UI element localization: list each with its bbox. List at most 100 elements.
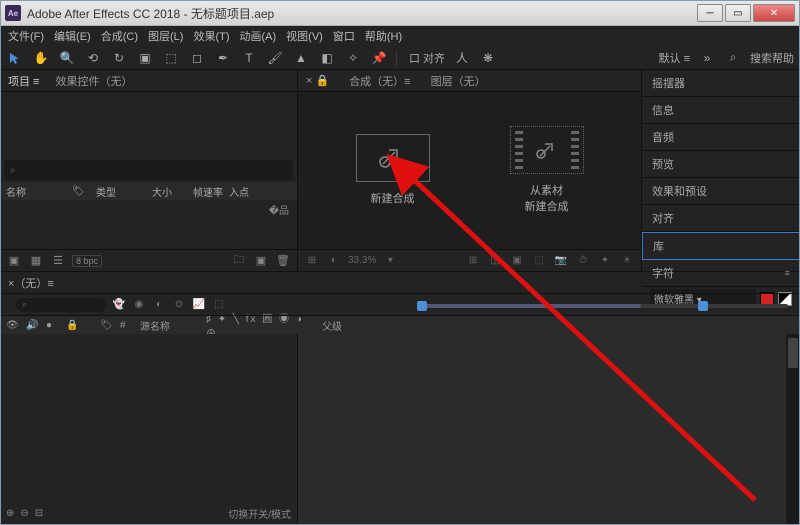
panel-info[interactable]: 信息 [642, 97, 800, 124]
viewer-grid-icon[interactable]: ⊞ [465, 254, 481, 268]
menu-layer[interactable]: 图层(L) [148, 28, 183, 44]
viewer-guides-icon[interactable]: ◫ [487, 254, 503, 268]
col-in[interactable]: 入点 [229, 184, 249, 199]
list-view-icon[interactable]: ☰ [50, 253, 66, 269]
snap-options-icon[interactable]: 人 [453, 49, 471, 67]
viewer-channel-icon[interactable]: ◐ [326, 254, 342, 268]
menu-edit[interactable]: 编辑(E) [54, 28, 91, 44]
col-name[interactable]: 名称 [6, 184, 66, 199]
panel-effects-presets[interactable]: 效果和预设 [642, 178, 800, 205]
viewer-res-icon[interactable]: ▾ [382, 254, 398, 268]
brush-tool-icon[interactable]: 🖌 [266, 49, 284, 67]
camera-tool-icon[interactable]: ▣ [136, 49, 154, 67]
tab-composition[interactable]: 合成（无）≡ [349, 73, 410, 89]
minimize-button[interactable]: ─ [697, 4, 723, 22]
col-type[interactable]: 类型 [96, 184, 146, 199]
panel-preview[interactable]: 预览 [642, 151, 800, 178]
comp-lock-icon[interactable]: × 🔒 [306, 74, 329, 87]
timeline-zoom-slider[interactable] [420, 304, 788, 308]
menu-help[interactable]: 帮助(H) [365, 28, 402, 44]
toggle-switches-icon[interactable]: ⊕ [6, 508, 14, 519]
tl-motion-blur-icon[interactable]: ⊙ [172, 298, 186, 312]
snap-toggle[interactable]: 口 对齐 [409, 50, 445, 66]
new-folder-icon[interactable]: 🗀 [231, 253, 247, 269]
timeline-track-area[interactable] [298, 334, 800, 525]
toggle-switches-icon2[interactable]: ⊖ [20, 508, 28, 519]
panel-align[interactable]: 对齐 [642, 205, 800, 232]
zoom-tool-icon[interactable]: 🔍 [58, 49, 76, 67]
col-lock-icon[interactable]: 🔒 [66, 320, 80, 331]
workspace-default[interactable]: 默认 ≡ [659, 50, 690, 66]
selection-tool-icon[interactable] [6, 49, 24, 67]
search-icon[interactable]: ⌕ [724, 49, 742, 67]
viewer-zoom[interactable]: 33.3% [348, 255, 376, 266]
search-help-field[interactable]: 搜索帮助 [750, 50, 794, 66]
panel-audio[interactable]: 音频 [642, 124, 800, 151]
folder-view-icon[interactable]: ▦ [28, 253, 44, 269]
hand-tool-icon[interactable]: ✋ [32, 49, 50, 67]
menu-animation[interactable]: 动画(A) [240, 28, 277, 44]
close-button[interactable]: ✕ [753, 4, 795, 22]
viewer-3d-icon[interactable]: ⬚ [531, 254, 547, 268]
workspace-chevron-icon[interactable]: » [698, 49, 716, 67]
tl-graph-icon[interactable]: 📈 [192, 298, 206, 312]
viewer-time-icon[interactable]: ⏱ [575, 254, 591, 268]
viewer-exposure-icon[interactable]: ☀ [619, 254, 635, 268]
text-tool-icon[interactable]: T [240, 49, 258, 67]
col-fps[interactable]: 帧速率 [193, 184, 223, 199]
interpret-footage-icon[interactable]: ▣ [6, 253, 22, 269]
col-parent[interactable]: 父级 [322, 318, 342, 333]
menu-window[interactable]: 窗口 [333, 28, 355, 44]
viewer-camera-icon[interactable]: 📷 [553, 254, 569, 268]
tab-effect-controls[interactable]: 效果控件（无） [55, 73, 132, 89]
pen-tool-icon[interactable]: ✒ [214, 49, 232, 67]
puppet-tool-icon[interactable]: 📌 [370, 49, 388, 67]
timeline-vertical-scrollbar[interactable] [786, 334, 800, 525]
col-visibility-icon[interactable]: 👁 [6, 320, 20, 331]
menu-view[interactable]: 视图(V) [286, 28, 323, 44]
viewer-snapshot-icon[interactable]: ✦ [597, 254, 613, 268]
roto-tool-icon[interactable]: ✧ [344, 49, 362, 67]
timeline-search-input[interactable]: ⌕ [16, 298, 106, 312]
new-comp-from-footage-button[interactable]: 从素材 新建合成 [510, 126, 584, 215]
snap-options2-icon[interactable]: ❋ [479, 49, 497, 67]
toggle-switches-icon3[interactable]: ⊟ [35, 508, 43, 519]
panel-library[interactable]: 库 [642, 232, 800, 260]
tl-fx-icon[interactable]: ◉ [132, 298, 146, 312]
viewer-mask-icon[interactable]: ▣ [509, 254, 525, 268]
timeline-scrollbar-thumb[interactable] [788, 338, 798, 368]
maximize-button[interactable]: ▭ [725, 4, 751, 22]
col-size[interactable]: 大小 [152, 184, 187, 199]
timeline-zoom-knob-left[interactable] [417, 301, 427, 311]
delete-icon[interactable]: 🗑 [275, 253, 291, 269]
orbit-tool-icon[interactable]: ⟲ [84, 49, 102, 67]
new-composition-button[interactable]: 新建合成 [356, 134, 430, 207]
color-depth-button[interactable]: 8 bpc [72, 255, 102, 267]
project-search-input[interactable]: ⌕ [4, 160, 293, 180]
eraser-tool-icon[interactable]: ◧ [318, 49, 336, 67]
menu-composition[interactable]: 合成(C) [101, 28, 138, 44]
panel-wiggler[interactable]: 摇摆器 [642, 70, 800, 97]
timeline-tab-none[interactable]: ×（无）≡ [8, 275, 54, 291]
menu-effect[interactable]: 效果(T) [193, 28, 229, 44]
tl-frame-blend-icon[interactable]: ◐ [152, 298, 166, 312]
shape-tool-icon[interactable]: ◻ [188, 49, 206, 67]
new-comp-icon[interactable]: ▣ [253, 253, 269, 269]
tab-layer[interactable]: 图层（无） [431, 73, 486, 89]
toggle-switches-modes[interactable]: 切换开关/模式 [228, 506, 291, 521]
viewer-mag-icon[interactable]: ⊞ [304, 254, 320, 268]
col-num-icon[interactable]: # [120, 320, 134, 331]
tl-draft3d-icon[interactable]: ⬚ [212, 298, 226, 312]
stamp-tool-icon[interactable]: ▲ [292, 49, 310, 67]
col-label-icon[interactable]: 🏷 [72, 186, 90, 197]
col-source-name[interactable]: 源名称 [140, 318, 200, 333]
pan-behind-tool-icon[interactable]: ⬚ [162, 49, 180, 67]
rotate-tool-icon[interactable]: ↻ [110, 49, 128, 67]
col-label-icon[interactable]: 🏷 [100, 320, 114, 331]
tl-shy-icon[interactable]: 👻 [112, 298, 126, 312]
col-solo-icon[interactable]: ● [46, 320, 60, 331]
col-audio-icon[interactable]: 🔊 [26, 320, 40, 331]
timeline-zoom-knob-right[interactable] [698, 301, 708, 311]
menu-file[interactable]: 文件(F) [8, 28, 44, 44]
tab-project[interactable]: 项目 ≡ [8, 73, 39, 89]
